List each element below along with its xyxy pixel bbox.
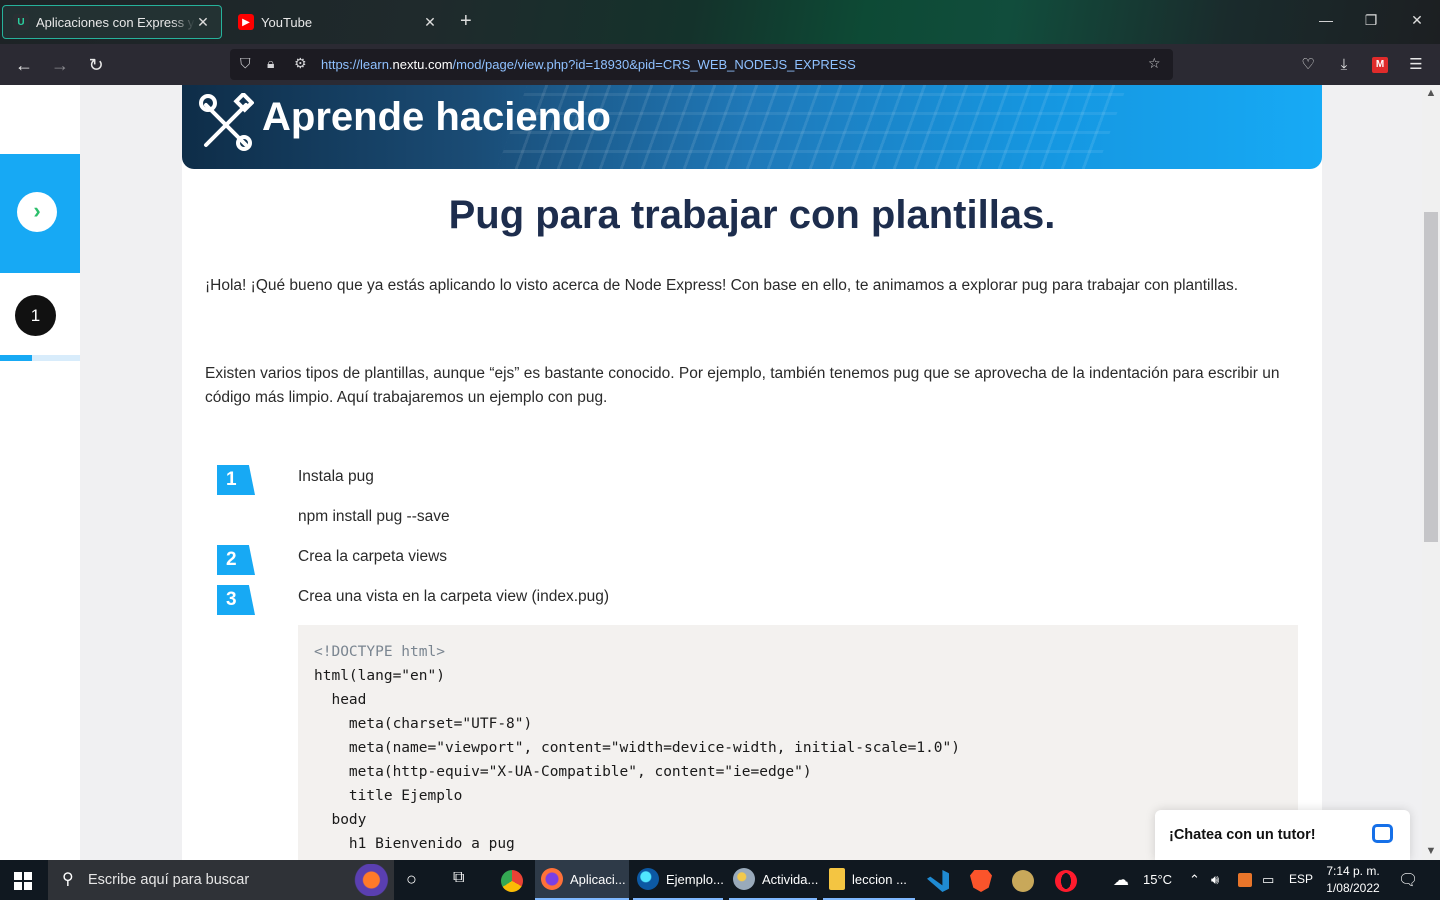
tab-youtube[interactable]: ▶ YouTube ✕ [228, 5, 448, 39]
language-indicator[interactable]: ESP [1289, 872, 1313, 886]
code-line: head [314, 692, 367, 708]
tab-close-icon[interactable]: ✕ [422, 14, 438, 31]
new-tab-icon[interactable]: + [460, 10, 472, 33]
taskbar-app-edge[interactable]: Ejemplo... [633, 860, 724, 900]
league-icon[interactable] [1012, 870, 1034, 892]
minimize-icon[interactable]: — [1314, 12, 1338, 28]
step-3-text: Crea una vista en la carpeta view (index… [298, 588, 610, 605]
reload-icon[interactable]: ↻ [84, 53, 108, 77]
search-highlight-image [328, 864, 390, 896]
close-window-icon[interactable]: ✕ [1405, 12, 1429, 29]
scroll-down-icon[interactable]: ▼ [1422, 845, 1440, 857]
taskbar-app-firefox[interactable]: Aplicaci... [535, 860, 629, 900]
chat-label[interactable]: ¡Chatea con un tutor! [1169, 827, 1316, 843]
folder-icon [829, 868, 845, 890]
step-1-text: Instala pug [298, 468, 374, 485]
vscode-icon[interactable] [927, 870, 949, 892]
weather-temp[interactable]: 15°C [1143, 872, 1172, 887]
search-placeholder: Escribe aquí para buscar [88, 872, 250, 888]
windows-taskbar: ⚲ Escribe aquí para buscar ○ ⧉ Aplicaci.… [0, 860, 1440, 900]
opera-icon[interactable] [1055, 870, 1077, 892]
address-bar[interactable]: ⛉ 🔒︎ ⚙ https://learn.nextu.com/mod/page/… [230, 49, 1173, 80]
page-scrollbar[interactable]: ▲ ▼ [1422, 85, 1440, 860]
edge-icon [637, 868, 659, 890]
banner-title: Aprende haciendo [262, 95, 611, 139]
chat-widget[interactable]: ¡Chatea con un tutor! [1155, 810, 1410, 860]
hamburger-menu-icon[interactable]: ☰ [1405, 54, 1427, 76]
back-arrow-icon[interactable]: ← [12, 53, 36, 77]
weather-icon[interactable]: ☁ [1113, 870, 1129, 890]
nextu-favicon-icon: U [13, 14, 29, 30]
banner: Aprende haciendo [182, 85, 1322, 169]
code-block: <!DOCTYPE html> html(lang="en") head met… [298, 625, 1298, 860]
page-content: › 1 Aprende haciendo Pug para trabajar c… [0, 85, 1440, 860]
lesson-step-number[interactable]: 1 [15, 295, 56, 336]
tab-close-icon[interactable]: ✕ [195, 14, 211, 31]
url-text[interactable]: https://learn.nextu.com/mod/page/view.ph… [321, 57, 856, 72]
app-tray-icon[interactable] [1238, 873, 1252, 887]
chevron-right-icon[interactable]: › [17, 192, 57, 232]
code-line: title Ejemplo [314, 788, 463, 804]
progress-fill [0, 355, 32, 361]
step-1-command: npm install pug --save [298, 508, 450, 525]
scroll-up-icon[interactable]: ▲ [1422, 87, 1440, 99]
volume-icon[interactable]: 🔊︎ [1211, 872, 1219, 888]
lesson-sidebar: › 1 [0, 85, 80, 860]
step-2-text: Crea la carpeta views [298, 548, 448, 565]
scrollbar-thumb[interactable] [1424, 212, 1438, 542]
code-line: <!DOCTYPE html> [314, 644, 445, 660]
code-line: meta(http-equiv="X-UA-Compatible", conte… [314, 764, 812, 780]
code-line: meta(charset="UTF-8") [314, 716, 533, 732]
lock-icon[interactable]: 🔒︎ [267, 55, 274, 72]
step-number-1: 1 [217, 465, 255, 495]
step-number-3: 3 [217, 585, 255, 615]
pocket-icon[interactable]: ♡ [1297, 54, 1319, 76]
shield-icon[interactable]: ⛉ [240, 55, 251, 72]
network-icon[interactable]: ▭ [1262, 872, 1274, 888]
intro-paragraph: ¡Hola! ¡Qué bueno que ya estás aplicando… [205, 277, 1239, 294]
forward-arrow-icon[interactable]: → [48, 53, 72, 77]
paint-icon [733, 868, 755, 890]
clock[interactable]: 7:14 p. m. 1/08/2022 [1318, 863, 1388, 897]
step-number-2: 2 [217, 545, 255, 575]
tab-bar: U Aplicaciones con Express y Node ✕ ▶ Yo… [0, 0, 1440, 44]
taskbar-search[interactable]: ⚲ Escribe aquí para buscar [48, 860, 394, 900]
code-line: body [314, 812, 367, 828]
page-title: Pug para trabajar con plantillas. [448, 193, 1056, 237]
tab-aplicaciones[interactable]: U Aplicaciones con Express y Node ✕ [2, 5, 222, 39]
tab-title: Aplicaciones con Express y Node [36, 14, 195, 30]
chrome-icon[interactable] [501, 870, 523, 892]
tools-icon [199, 93, 254, 151]
code-line: meta(name="viewport", content="width=dev… [314, 740, 961, 756]
permissions-icon[interactable]: ⚙ [294, 55, 307, 72]
templates-paragraph: Existen varios tipos de plantillas, aunq… [205, 365, 1280, 406]
bookmark-star-icon[interactable]: ☆ [1148, 55, 1161, 72]
code-line: html(lang="en") [314, 668, 445, 684]
brave-icon[interactable] [970, 870, 992, 892]
chat-bubble-icon[interactable] [1372, 824, 1393, 843]
extension-icon[interactable]: M [1372, 57, 1388, 73]
notifications-icon[interactable]: 🗨︎ [1398, 870, 1418, 890]
tab-title: YouTube [261, 14, 313, 30]
restore-icon[interactable]: ❐ [1359, 12, 1383, 29]
show-hidden-icons-icon[interactable]: ⌃ [1189, 872, 1200, 888]
windows-start-icon[interactable] [14, 872, 32, 890]
code-line: h1 Bienvenido a pug [314, 836, 515, 852]
firefox-icon [541, 868, 563, 890]
task-view-icon[interactable]: ⧉ [453, 869, 464, 887]
youtube-favicon-icon: ▶ [238, 14, 254, 30]
cortana-icon[interactable]: ○ [406, 869, 417, 890]
downloads-icon[interactable]: ⤓ [1333, 54, 1355, 76]
taskbar-app-explorer[interactable]: leccion ... [823, 860, 915, 900]
taskbar-app-paint[interactable]: Activida... [729, 860, 818, 900]
search-icon: ⚲ [62, 871, 74, 888]
